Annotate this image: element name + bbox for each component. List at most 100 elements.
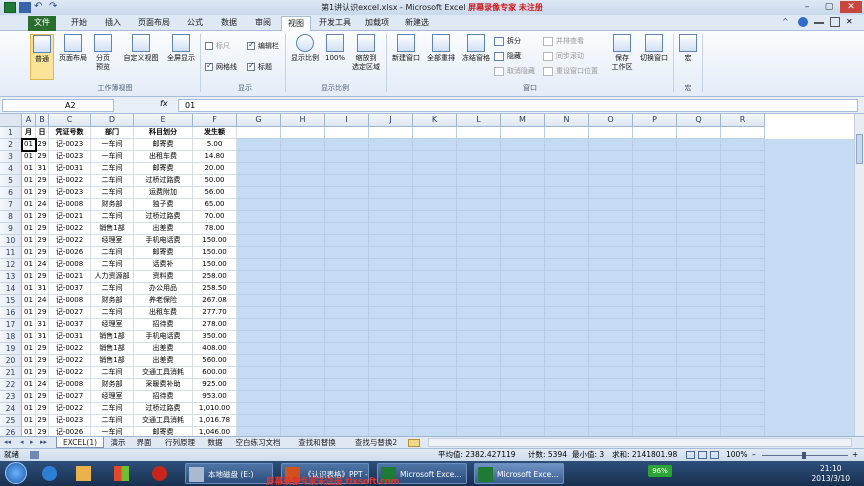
empty-cell[interactable]	[369, 127, 413, 139]
empty-cell[interactable]	[237, 163, 281, 175]
empty-cell[interactable]	[721, 139, 765, 151]
table-cell[interactable]: 01	[22, 151, 36, 163]
empty-cell[interactable]	[721, 175, 765, 187]
table-cell[interactable]: 350.00	[193, 331, 237, 343]
zoom-level[interactable]: 100%	[726, 449, 747, 461]
empty-cell[interactable]	[457, 127, 501, 139]
table-cell[interactable]: 二车间	[91, 175, 134, 187]
empty-cell[interactable]	[545, 187, 589, 199]
normal-view-status-icon[interactable]	[686, 451, 695, 459]
column-header[interactable]: G	[237, 114, 281, 127]
empty-cell[interactable]	[589, 319, 633, 331]
empty-cell[interactable]	[281, 331, 325, 343]
row-header[interactable]: 17	[0, 319, 22, 331]
empty-cell[interactable]	[721, 415, 765, 427]
empty-cell[interactable]	[281, 427, 325, 436]
empty-cell[interactable]	[589, 235, 633, 247]
empty-cell[interactable]	[721, 343, 765, 355]
empty-cell[interactable]	[545, 175, 589, 187]
table-cell[interactable]: 过桥过路费	[134, 403, 193, 415]
empty-cell[interactable]	[237, 355, 281, 367]
empty-cell[interactable]	[413, 415, 457, 427]
table-cell[interactable]: 邮寄费	[134, 247, 193, 259]
taskbar-pinned-app[interactable]	[150, 463, 170, 484]
table-cell[interactable]: 29	[36, 151, 49, 163]
empty-cell[interactable]	[369, 319, 413, 331]
table-cell[interactable]: 29	[36, 343, 49, 355]
empty-cell[interactable]	[281, 199, 325, 211]
empty-cell[interactable]	[281, 415, 325, 427]
table-cell[interactable]: 办公用品	[134, 283, 193, 295]
empty-cell[interactable]	[589, 163, 633, 175]
table-cell[interactable]: 29	[36, 271, 49, 283]
empty-cell[interactable]	[501, 127, 545, 139]
empty-cell[interactable]	[633, 283, 677, 295]
table-cell[interactable]: 记-0022	[49, 367, 91, 379]
help-icon[interactable]	[798, 17, 808, 27]
table-cell[interactable]: 独子费	[134, 199, 193, 211]
table-cell[interactable]: 出租车费	[134, 307, 193, 319]
column-header[interactable]: E	[134, 114, 193, 127]
empty-cell[interactable]	[369, 151, 413, 163]
empty-cell[interactable]	[281, 307, 325, 319]
empty-cell[interactable]	[369, 415, 413, 427]
empty-cell[interactable]	[677, 151, 721, 163]
table-cell[interactable]: 一车间	[91, 139, 134, 151]
column-header[interactable]: D	[91, 114, 134, 127]
table-cell[interactable]: 交通工具消耗	[134, 415, 193, 427]
table-cell[interactable]: 277.70	[193, 307, 237, 319]
empty-cell[interactable]	[237, 343, 281, 355]
table-cell[interactable]: 养老保险	[134, 295, 193, 307]
empty-cell[interactable]	[633, 403, 677, 415]
empty-cell[interactable]	[633, 355, 677, 367]
empty-cell[interactable]	[369, 391, 413, 403]
row-header[interactable]: 23	[0, 391, 22, 403]
empty-cell[interactable]	[369, 223, 413, 235]
minimize-ribbon-icon[interactable]: ^	[782, 17, 792, 27]
row-header[interactable]: 12	[0, 259, 22, 271]
empty-cell[interactable]	[369, 235, 413, 247]
table-cell[interactable]: 话费补	[134, 259, 193, 271]
table-cell[interactable]: 采暖费补助	[134, 379, 193, 391]
empty-cell[interactable]	[325, 151, 369, 163]
table-cell[interactable]: 29	[36, 403, 49, 415]
empty-cell[interactable]	[501, 187, 545, 199]
empty-cell[interactable]	[721, 319, 765, 331]
table-cell[interactable]: 记-0022	[49, 235, 91, 247]
hide-button[interactable]: 隐藏	[494, 51, 521, 61]
empty-cell[interactable]	[237, 247, 281, 259]
empty-cell[interactable]	[677, 403, 721, 415]
empty-cell[interactable]	[369, 343, 413, 355]
empty-cell[interactable]	[413, 211, 457, 223]
empty-cell[interactable]	[545, 163, 589, 175]
empty-cell[interactable]	[369, 367, 413, 379]
table-cell[interactable]: 29	[36, 415, 49, 427]
empty-cell[interactable]	[413, 187, 457, 199]
table-cell[interactable]: 经理室	[91, 391, 134, 403]
table-cell[interactable]: 记-0008	[49, 259, 91, 271]
empty-cell[interactable]	[281, 247, 325, 259]
empty-cell[interactable]	[589, 355, 633, 367]
page-layout-view-button[interactable]: 页面布局	[57, 34, 89, 80]
empty-cell[interactable]	[721, 271, 765, 283]
empty-cell[interactable]	[545, 355, 589, 367]
empty-cell[interactable]	[501, 235, 545, 247]
row-header[interactable]: 10	[0, 235, 22, 247]
empty-cell[interactable]	[457, 427, 501, 436]
empty-cell[interactable]	[325, 355, 369, 367]
empty-cell[interactable]	[369, 199, 413, 211]
empty-cell[interactable]	[501, 427, 545, 436]
column-header[interactable]: Q	[677, 114, 721, 127]
row-header[interactable]: 15	[0, 295, 22, 307]
empty-cell[interactable]	[325, 307, 369, 319]
empty-cell[interactable]	[677, 139, 721, 151]
header-cell[interactable]: 日	[36, 127, 49, 139]
empty-cell[interactable]	[281, 223, 325, 235]
empty-cell[interactable]	[545, 415, 589, 427]
empty-cell[interactable]	[413, 367, 457, 379]
empty-cell[interactable]	[501, 175, 545, 187]
empty-cell[interactable]	[237, 223, 281, 235]
table-cell[interactable]: 二车间	[91, 187, 134, 199]
empty-cell[interactable]	[633, 427, 677, 436]
table-cell[interactable]: 1,010.00	[193, 403, 237, 415]
